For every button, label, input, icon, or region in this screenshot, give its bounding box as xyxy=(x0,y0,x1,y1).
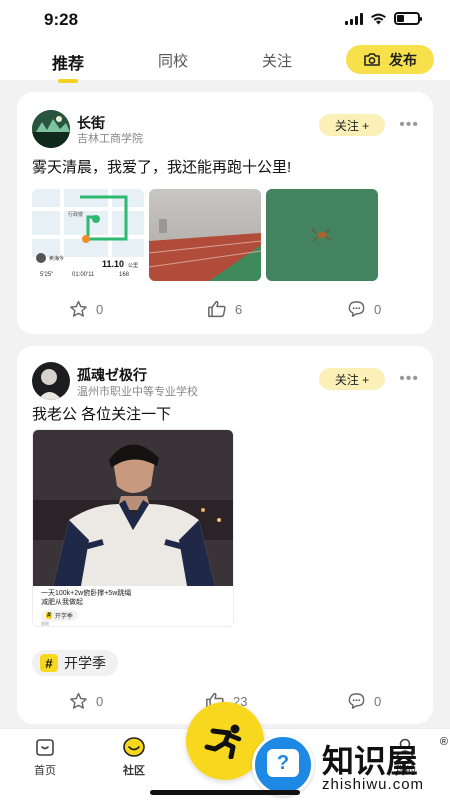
comment-action[interactable]: 0 xyxy=(347,300,381,318)
nav-home-label: 首页 xyxy=(34,765,56,777)
foggy-track-image xyxy=(149,189,261,281)
run-count: 168 xyxy=(119,272,130,278)
run-pace: 5'25" xyxy=(40,272,54,278)
map-place-label: 行政楼 xyxy=(68,212,84,218)
image-timestamp: 刚刚 xyxy=(41,621,49,626)
watermark-url: zhishiwu.com xyxy=(322,776,425,793)
follow-button[interactable]: 关注 + xyxy=(319,114,385,136)
avatar[interactable] xyxy=(32,362,70,400)
signal-icon xyxy=(345,12,363,25)
post-image-run-map[interactable]: 行政楼 卖海今 11.10 公里 5'25" 01:00'11 168 xyxy=(32,189,144,281)
post-card[interactable]: 长街 吉林工商学院 关注 + ••• 雾天清晨，我爱了，我还能再跑十公里! 行政… xyxy=(17,92,433,334)
run-distance: 11.10 xyxy=(102,259,125,269)
running-man-icon xyxy=(204,724,242,759)
image-caption: 一天100k+2w俯卧撑+5w跳绳 减肥从我做起 xyxy=(41,590,132,606)
comment-icon xyxy=(348,301,365,317)
user-school: 温州市职业中等专业学校 xyxy=(77,386,198,398)
image-tag-chip: # 开学季 xyxy=(41,610,78,621)
user-name[interactable]: 孤魂ゼ极行 xyxy=(77,365,147,385)
hashtag-icon: # xyxy=(40,654,58,672)
post-image-track[interactable] xyxy=(149,189,261,281)
home-icon xyxy=(36,739,54,756)
like-action[interactable]: 6 xyxy=(207,300,242,318)
comment-count: 0 xyxy=(374,693,382,709)
avatar[interactable] xyxy=(32,110,70,148)
favorite-count: 0 xyxy=(96,301,104,317)
home-indicator xyxy=(150,790,300,795)
runner-name: 卖海今 xyxy=(49,256,65,262)
status-bar: 9:28 xyxy=(0,0,450,40)
community-smile-icon xyxy=(123,737,145,757)
favorite-action[interactable]: 0 xyxy=(69,300,103,318)
avatar-image xyxy=(32,362,70,400)
tab-following[interactable]: 关注 xyxy=(262,50,292,71)
comment-count: 0 xyxy=(374,301,382,317)
avatar-image xyxy=(32,110,70,148)
nav-community[interactable]: 社区 xyxy=(109,737,159,778)
post-text: 我老公 各位关注一下 xyxy=(32,406,172,423)
nav-home[interactable]: 首页 xyxy=(20,737,70,778)
post-image-insect[interactable] xyxy=(266,189,378,281)
post-card[interactable]: 孤魂ゼ极行 温州市职业中等专业学校 关注 + ••• 我老公 各位关注一下 一天… xyxy=(17,346,433,724)
star-icon xyxy=(70,300,87,317)
star-icon xyxy=(70,692,87,709)
nav-community-label: 社区 xyxy=(123,765,145,777)
tab-same-school[interactable]: 同校 xyxy=(158,50,188,71)
tab-recommend[interactable]: 推荐 xyxy=(52,50,84,83)
publish-button[interactable]: 发布 xyxy=(346,45,434,74)
watermark-question-icon: ? xyxy=(267,749,299,777)
more-options-icon[interactable]: ••• xyxy=(399,116,419,134)
follow-button[interactable]: 关注 + xyxy=(319,368,385,390)
status-icons xyxy=(345,12,422,25)
comment-action[interactable]: 0 xyxy=(347,692,381,710)
wifi-icon xyxy=(371,13,386,24)
battery-icon xyxy=(394,12,422,25)
thumbs-up-icon xyxy=(208,300,226,318)
portrait-photo xyxy=(33,430,233,586)
status-time: 9:28 xyxy=(44,10,79,29)
favorite-action[interactable]: 0 xyxy=(69,692,103,710)
hashtag-icon: # xyxy=(46,612,52,619)
like-count: 6 xyxy=(235,301,243,317)
watermark-badge: ? xyxy=(252,734,314,796)
publish-label: 发布 xyxy=(389,51,417,68)
top-tab-bar: 推荐 同校 关注 发布 xyxy=(0,40,450,83)
camera-icon xyxy=(364,53,380,66)
favorite-count: 0 xyxy=(96,693,104,709)
user-school: 吉林工商学院 xyxy=(77,133,143,145)
post-image-portrait[interactable]: 一天100k+2w俯卧撑+5w跳绳 减肥从我做起 # 开学季 刚刚 xyxy=(32,429,234,627)
more-options-icon[interactable]: ••• xyxy=(399,370,419,388)
topic-tag-label: 开学季 xyxy=(64,655,106,671)
image-tag-label: 开学季 xyxy=(54,614,73,620)
watermark-registered: ® xyxy=(439,736,448,748)
comment-icon xyxy=(348,693,365,709)
run-duration: 01:00'11 xyxy=(72,272,95,278)
topic-tag[interactable]: # 开学季 xyxy=(32,650,118,676)
green-ground-insect-image xyxy=(266,189,378,281)
run-distance-unit: 公里 xyxy=(128,263,139,269)
post-text: 雾天清晨，我爱了，我还能再跑十公里! xyxy=(32,159,292,176)
